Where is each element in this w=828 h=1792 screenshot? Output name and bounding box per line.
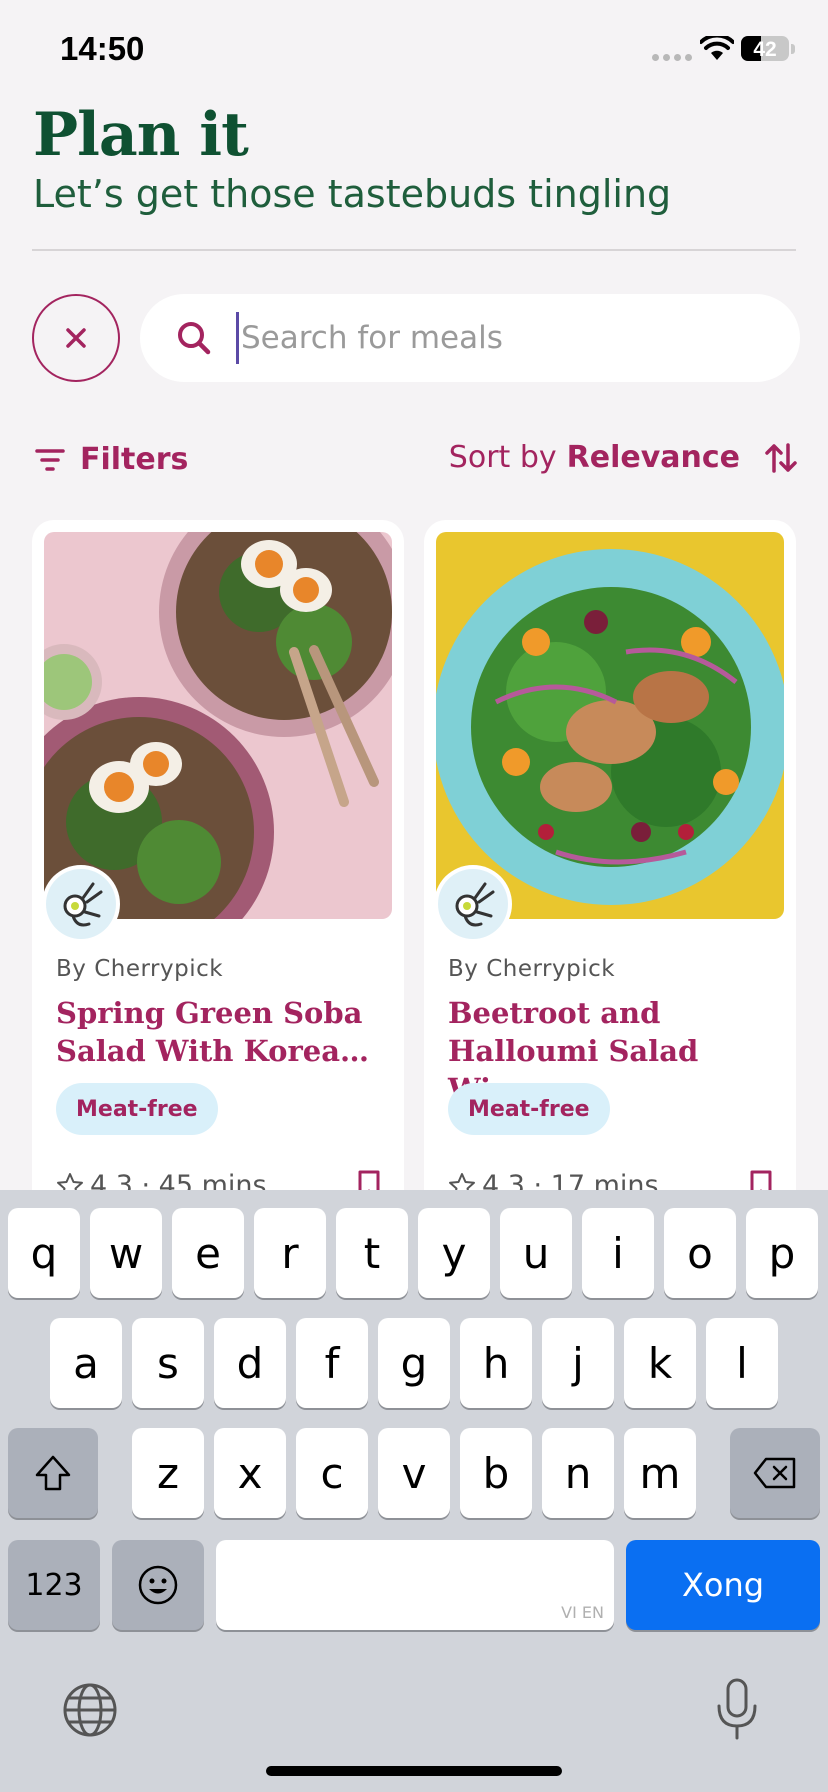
search-input[interactable] [236,312,756,364]
backspace-key[interactable] [730,1428,820,1518]
dietary-tag: Meat-free [448,1083,610,1135]
key-a[interactable]: a [50,1318,122,1408]
key-l[interactable]: l [706,1318,778,1408]
key-s[interactable]: s [132,1318,204,1408]
search-icon [178,322,211,355]
battery-icon: 42 [741,36,789,61]
key-x[interactable]: x [214,1428,286,1518]
key-j[interactable]: j [542,1318,614,1408]
page-subtitle: Let’s get those tastebuds tingling [33,172,672,216]
page-title: Plan it [33,100,249,170]
shift-icon [35,1455,71,1491]
language-hint: VI EN [561,1603,604,1622]
emoji-key[interactable] [112,1540,204,1630]
dietary-tag: Meat-free [56,1083,218,1135]
key-o[interactable]: o [664,1208,736,1298]
key-b[interactable]: b [460,1428,532,1518]
filters-label: Filters [80,442,189,477]
sort-arrows-icon [765,442,797,473]
key-y[interactable]: y [418,1208,490,1298]
key-p[interactable]: p [746,1208,818,1298]
header-divider [32,249,796,251]
avatar [42,865,120,943]
sort-prefix: Sort by [448,440,557,475]
key-t[interactable]: t [336,1208,408,1298]
search-bar[interactable] [140,294,800,382]
avatar [434,865,512,943]
space-key[interactable]: VI EN [216,1540,614,1630]
key-g[interactable]: g [378,1318,450,1408]
key-f[interactable]: f [296,1318,368,1408]
recipe-author: By Cherrypick [448,956,616,982]
recipe-card[interactable]: By Cherrypick Beetroot and Halloumi Sala… [424,520,796,1220]
globe-icon[interactable] [62,1682,118,1738]
key-k[interactable]: k [624,1318,696,1408]
filters-button[interactable]: Filters [34,442,188,477]
key-v[interactable]: v [378,1428,450,1518]
home-indicator[interactable] [266,1766,562,1776]
return-key[interactable]: Xong [626,1540,820,1630]
cellular-signal-icon [652,54,692,61]
key-w[interactable]: w [90,1208,162,1298]
key-e[interactable]: e [172,1208,244,1298]
sort-button[interactable]: Sort by Relevance [449,440,798,475]
ok-hand-icon [63,882,103,927]
sort-value: Relevance [566,440,740,475]
wifi-icon [700,36,734,60]
key-c[interactable]: c [296,1428,368,1518]
key-h[interactable]: h [460,1318,532,1408]
key-u[interactable]: u [500,1208,572,1298]
recipe-image [436,532,784,919]
backspace-icon [753,1457,796,1489]
close-icon [66,328,86,348]
key-n[interactable]: n [542,1428,614,1518]
shift-key[interactable] [8,1428,98,1518]
battery-tip [791,44,795,54]
microphone-icon[interactable] [714,1678,760,1740]
key-q[interactable]: q [8,1208,80,1298]
numbers-key[interactable]: 123 [8,1540,100,1630]
close-search-button[interactable] [32,294,120,382]
recipe-title[interactable]: Spring Green Soba Salad With Korea… [56,994,386,1070]
key-m[interactable]: m [624,1428,696,1518]
recipe-author: By Cherrypick [56,956,224,982]
status-bar: 14:50 42 [0,0,828,100]
key-i[interactable]: i [582,1208,654,1298]
key-z[interactable]: z [132,1428,204,1518]
key-d[interactable]: d [214,1318,286,1408]
recipe-image [44,532,392,919]
filter-icon [35,448,65,471]
ok-hand-icon [455,882,495,927]
recipe-card[interactable]: By Cherrypick Spring Green Soba Salad Wi… [32,520,404,1220]
emoji-icon [138,1565,178,1605]
on-screen-keyboard: q w e r t y u i o p a s d f g h j k l z … [0,1190,828,1792]
key-r[interactable]: r [254,1208,326,1298]
status-time: 14:50 [60,30,145,67]
battery-percentage: 42 [753,38,777,61]
